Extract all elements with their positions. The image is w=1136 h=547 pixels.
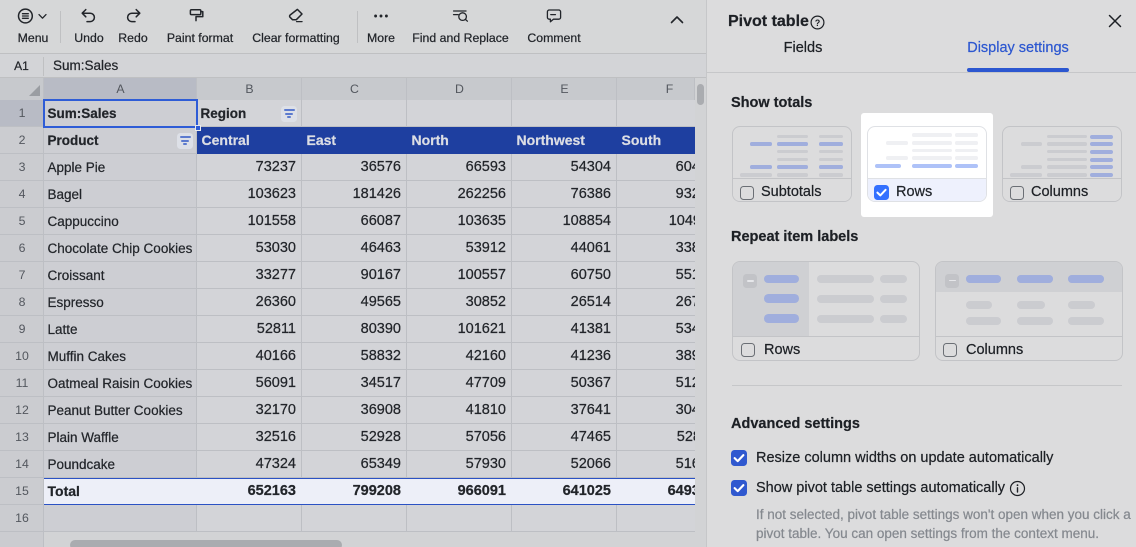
svg-text:?: ? xyxy=(815,18,820,28)
